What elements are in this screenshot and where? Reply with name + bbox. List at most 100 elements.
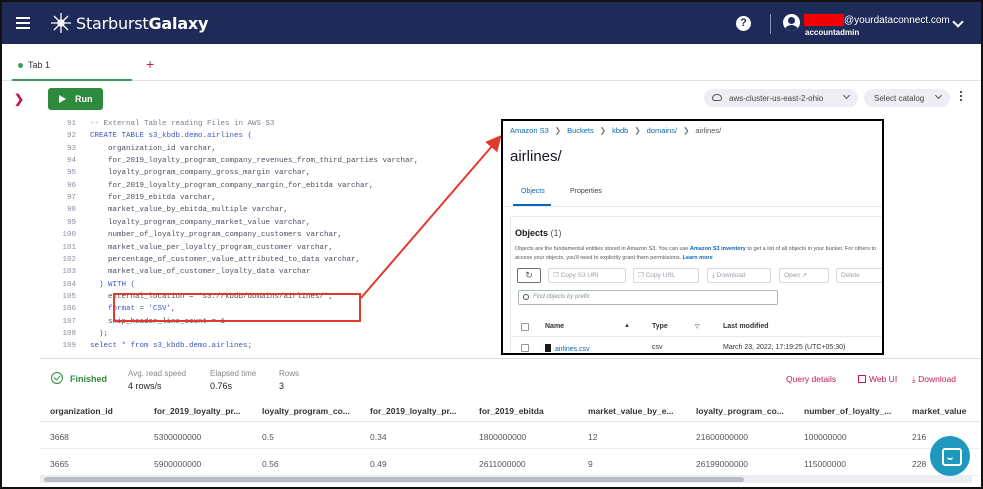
copy-s3-uri-button[interactable]: ❐ Copy S3 URI <box>548 268 626 283</box>
object-type: csv <box>652 344 663 351</box>
tab-properties[interactable]: Properties <box>570 188 602 195</box>
s3-objects-card: Objects (1) Objects are the fundamental … <box>510 216 882 353</box>
breadcrumb-link[interactable]: Buckets <box>567 126 594 135</box>
code-line[interactable]: 102 percentage_of_customer_value_attribu… <box>40 256 500 269</box>
more-options-icon[interactable] <box>960 91 963 103</box>
run-button-label: Run <box>75 94 93 104</box>
code-line[interactable]: 108 ); <box>40 330 500 343</box>
column-header[interactable]: market_value <box>912 406 966 416</box>
line-number: 98 <box>66 206 76 215</box>
run-button[interactable]: Run <box>48 88 103 110</box>
code-line[interactable]: 97 for_2019_ebitda varchar, <box>40 194 500 207</box>
line-number: 103 <box>62 268 76 277</box>
refresh-button[interactable]: ↻ <box>517 268 541 283</box>
code-line[interactable]: 99 loyalty_program_company_market_value … <box>40 219 500 232</box>
column-header-name[interactable]: Name <box>545 323 564 330</box>
rows-label: Rows <box>279 369 300 378</box>
catalog-selector[interactable]: Select catalog <box>864 89 950 107</box>
column-header-type[interactable]: Type <box>652 323 668 330</box>
breadcrumb-link[interactable]: kbdb <box>612 126 628 135</box>
s3-tabs: Objects Properties <box>503 177 882 207</box>
code-text: ); <box>90 329 109 338</box>
code-line[interactable]: 101 market_value_per_loyalty_program_cus… <box>40 244 500 257</box>
help-icon[interactable]: ? <box>736 16 751 31</box>
chat-support-button[interactable] <box>930 436 970 476</box>
line-number: 106 <box>62 305 76 314</box>
code-line[interactable]: 95 loyalty_program_company_gross_margin … <box>40 169 500 182</box>
account-menu-chevron-icon[interactable] <box>952 16 964 28</box>
learn-more-link[interactable]: Learn more <box>683 255 713 261</box>
line-number: 91 <box>66 120 76 128</box>
code-line[interactable]: 93 organization_id varchar, <box>40 145 500 158</box>
hamburger-menu-icon[interactable] <box>16 17 30 29</box>
nav-divider <box>770 14 771 34</box>
table-cell: 3668 <box>50 432 69 442</box>
copy-url-button[interactable]: ❐ Copy URL <box>633 268 699 283</box>
download-results-link[interactable]: ⤓ Download <box>912 374 956 385</box>
web-ui-link[interactable]: Web UI <box>858 374 897 384</box>
delete-button[interactable]: Delete <box>836 268 882 283</box>
table-cell: 9 <box>588 459 593 469</box>
download-button[interactable]: ⤓ Download <box>707 268 771 283</box>
code-text: loyalty_program_company_gross_margin var… <box>90 169 311 178</box>
tab-objects[interactable]: Objects <box>521 188 545 195</box>
open-button[interactable]: Open ↗ <box>779 268 829 283</box>
line-number: 104 <box>62 280 76 289</box>
breadcrumb-separator-icon: ❯ <box>599 126 607 135</box>
user-role: accountadmin <box>805 28 860 37</box>
redacted-username <box>804 14 844 26</box>
code-line[interactable]: 103 market_value_of_customer_loyalty_dat… <box>40 268 500 281</box>
code-line[interactable]: 92 CREATE TABLE s3_kbdb.demo.airlines ( <box>40 132 500 145</box>
tab-1[interactable]: Tab 1 <box>12 44 132 81</box>
table-cell: 0.5 <box>262 432 274 442</box>
code-text: market_value_per_loyalty_program_custome… <box>90 243 334 252</box>
sort-descending-icon[interactable]: ▽ <box>695 323 700 330</box>
cluster-selector[interactable]: aws-cluster-us-east-2-ohio <box>704 89 858 107</box>
cluster-name: aws-cluster-us-east-2-ohio <box>729 94 824 103</box>
code-text: percentage_of_customer_value_attributed_… <box>90 255 361 264</box>
select-all-checkbox[interactable] <box>521 323 529 331</box>
objects-search-input[interactable]: Find objects by prefix <box>518 290 778 305</box>
column-header[interactable]: number_of_loyalty_... <box>804 406 891 416</box>
column-header[interactable]: loyalty_program_co... <box>696 406 784 416</box>
line-number: 95 <box>66 169 76 178</box>
code-line[interactable]: 109 select * from s3_kbdb.demo.airlines; <box>40 342 500 355</box>
line-number: 97 <box>66 194 76 203</box>
row-checkbox[interactable] <box>521 344 529 352</box>
table-row[interactable]: 3668 5300000000 0.5 0.34 1800000000 12 2160000… <box>40 423 980 449</box>
column-header[interactable]: organization_id <box>50 406 113 416</box>
code-line[interactable]: 100 number_of_loyalty_program_company_cu… <box>40 231 500 244</box>
objects-description: Objects are the fundamental entities sto… <box>515 246 877 261</box>
breadcrumb-separator-icon: ❯ <box>683 126 690 135</box>
column-header[interactable]: for_2019_loyalty_pr... <box>154 406 240 416</box>
query-details-link[interactable]: Query details <box>786 374 836 384</box>
horizontal-scrollbar[interactable] <box>40 476 972 483</box>
breadcrumb-link[interactable]: domains/ <box>647 126 677 135</box>
cloud-icon <box>712 94 722 101</box>
code-text: loyalty_program_company_market_value var… <box>90 218 311 227</box>
line-number: 93 <box>66 144 76 153</box>
expand-sidebar-chevron-icon[interactable]: ❯ <box>14 92 24 106</box>
column-header-last-modified[interactable]: Last modified <box>723 323 769 330</box>
table-row[interactable]: 3665 5900000000 0.56 0.49 2611000000 9 2619900… <box>40 450 980 476</box>
object-name-link[interactable]: airlines.csv <box>545 344 590 353</box>
user-avatar-icon[interactable] <box>783 14 800 31</box>
code-line[interactable]: 96 for_2019_loyalty_program_company_marg… <box>40 182 500 195</box>
table-cell: 0.56 <box>262 459 279 469</box>
rows-value: 3 <box>279 381 285 391</box>
breadcrumb-link[interactable]: Amazon S3 <box>510 126 549 135</box>
column-header[interactable]: loyalty_program_co... <box>262 406 350 416</box>
code-text: market_value_of_customer_loyalty_data va… <box>90 268 311 277</box>
code-line[interactable]: 94 for_2019_loyalty_program_company_reve… <box>40 157 500 170</box>
code-line[interactable]: 91 -- External Table reading Files in AWS… <box>40 120 500 133</box>
table-cell: 12 <box>588 432 598 442</box>
brand-name: StarburstGalaxy <box>76 14 209 33</box>
column-header[interactable]: for_2019_loyalty_pr... <box>370 406 456 416</box>
inventory-link[interactable]: Amazon S3 inventory <box>690 246 746 252</box>
column-header[interactable]: for_2019_ebitda <box>479 406 544 416</box>
add-tab-button[interactable]: + <box>146 56 154 72</box>
sort-ascending-icon[interactable]: ▲ <box>624 323 630 329</box>
column-header[interactable]: market_value_by_e... <box>588 406 674 416</box>
code-line[interactable]: 98 market_value_by_ebitda_multiple varch… <box>40 206 500 219</box>
code-line[interactable]: 104 ) WITH ( <box>40 281 500 294</box>
